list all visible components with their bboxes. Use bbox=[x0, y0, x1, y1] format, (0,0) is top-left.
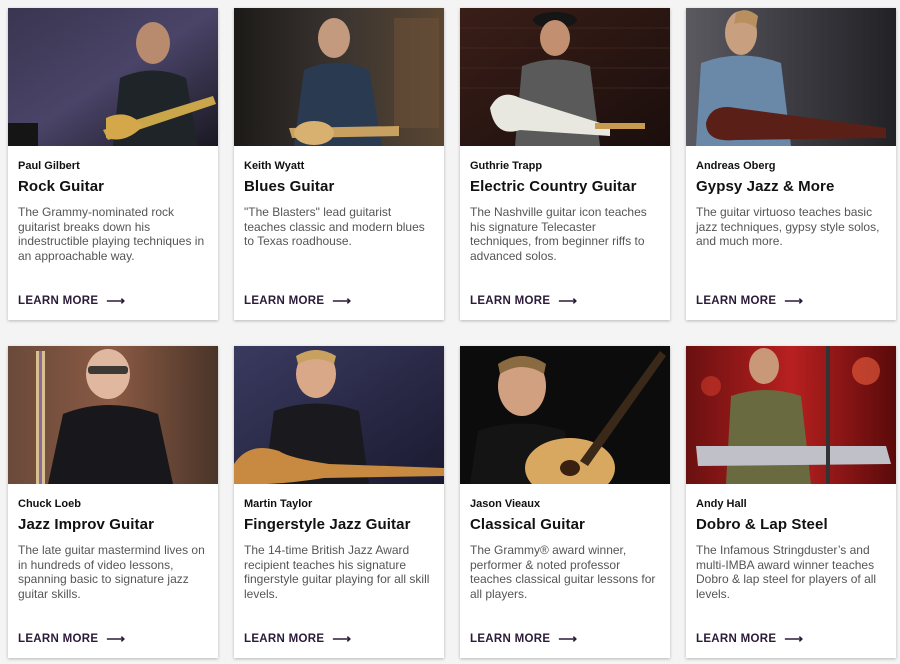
instructor-card-keith-wyatt[interactable]: Keith Wyatt Blues Guitar "The Blasters" … bbox=[234, 8, 444, 320]
course-description: "The Blasters" lead guitarist teaches cl… bbox=[244, 205, 425, 249]
instructor-card-chuck-loeb[interactable]: Chuck Loeb Jazz Improv Guitar The late g… bbox=[8, 346, 218, 658]
arrow-right-icon: ⟶ bbox=[784, 293, 804, 308]
learn-more-label: LEARN MORE bbox=[470, 632, 551, 645]
instructor-name: Andreas Oberg bbox=[696, 160, 776, 172]
instructor-name: Paul Gilbert bbox=[18, 160, 80, 172]
learn-more-link[interactable]: LEARN MORE ⟶ bbox=[244, 632, 351, 645]
instructor-card-guthrie-trapp[interactable]: Guthrie Trapp Electric Country Guitar Th… bbox=[460, 8, 670, 320]
learn-more-link[interactable]: LEARN MORE ⟶ bbox=[18, 294, 125, 307]
instructor-card-martin-taylor[interactable]: Martin Taylor Fingerstyle Jazz Guitar Th… bbox=[234, 346, 444, 658]
instructor-name: Martin Taylor bbox=[244, 498, 313, 510]
instructor-name: Jason Vieaux bbox=[470, 498, 541, 510]
course-title[interactable]: Electric Country Guitar bbox=[470, 177, 660, 196]
instructor-photo[interactable] bbox=[460, 346, 670, 484]
learn-more-link[interactable]: LEARN MORE ⟶ bbox=[18, 632, 125, 645]
arrow-right-icon: ⟶ bbox=[106, 293, 126, 308]
arrow-right-icon: ⟶ bbox=[558, 293, 578, 308]
instructor-name: Andy Hall bbox=[696, 498, 747, 510]
course-description: The Grammy® award winner, performer & no… bbox=[470, 543, 656, 601]
arrow-right-icon: ⟶ bbox=[558, 631, 578, 646]
course-title[interactable]: Dobro & Lap Steel bbox=[696, 515, 886, 534]
instructor-photo[interactable] bbox=[460, 8, 670, 146]
learn-more-link[interactable]: LEARN MORE ⟶ bbox=[696, 632, 803, 645]
instructor-card-andreas-oberg[interactable]: Andreas Oberg Gypsy Jazz & More The guit… bbox=[686, 8, 896, 320]
learn-more-label: LEARN MORE bbox=[470, 294, 551, 307]
instructor-card-andy-hall[interactable]: Andy Hall Dobro & Lap Steel The Infamous… bbox=[686, 346, 896, 658]
course-description: The Grammy-nominated rock guitarist brea… bbox=[18, 205, 205, 263]
course-title[interactable]: Blues Guitar bbox=[244, 177, 434, 196]
learn-more-link[interactable]: LEARN MORE ⟶ bbox=[244, 294, 351, 307]
instructor-name: Guthrie Trapp bbox=[470, 160, 543, 172]
instructor-name: Chuck Loeb bbox=[18, 498, 81, 510]
learn-more-label: LEARN MORE bbox=[18, 632, 99, 645]
course-description: The Infamous Stringduster’s and multi-IM… bbox=[696, 543, 877, 601]
learn-more-link[interactable]: LEARN MORE ⟶ bbox=[470, 294, 577, 307]
course-description: The late guitar mastermind lives on in h… bbox=[18, 543, 205, 601]
instructor-name: Keith Wyatt bbox=[244, 160, 305, 172]
instructor-photo[interactable] bbox=[8, 346, 218, 484]
learn-more-link[interactable]: LEARN MORE ⟶ bbox=[470, 632, 577, 645]
arrow-right-icon: ⟶ bbox=[784, 631, 804, 646]
course-title[interactable]: Jazz Improv Guitar bbox=[18, 515, 208, 534]
instructor-grid: Paul Gilbert Rock Guitar The Grammy-nomi… bbox=[8, 8, 896, 658]
learn-more-label: LEARN MORE bbox=[244, 294, 325, 307]
learn-more-label: LEARN MORE bbox=[244, 632, 325, 645]
arrow-right-icon: ⟶ bbox=[332, 631, 352, 646]
course-description: The 14-time British Jazz Award recipient… bbox=[244, 543, 430, 601]
learn-more-link[interactable]: LEARN MORE ⟶ bbox=[696, 294, 803, 307]
course-title[interactable]: Gypsy Jazz & More bbox=[696, 177, 886, 196]
instructor-photo[interactable] bbox=[8, 8, 218, 146]
course-description: The Nashville guitar icon teaches his si… bbox=[470, 205, 647, 263]
arrow-right-icon: ⟶ bbox=[332, 293, 352, 308]
instructor-photo[interactable] bbox=[686, 346, 896, 484]
learn-more-label: LEARN MORE bbox=[696, 632, 777, 645]
instructor-photo[interactable] bbox=[234, 346, 444, 484]
instructor-photo[interactable] bbox=[234, 8, 444, 146]
course-title[interactable]: Fingerstyle Jazz Guitar bbox=[244, 515, 434, 534]
course-title[interactable]: Classical Guitar bbox=[470, 515, 660, 534]
arrow-right-icon: ⟶ bbox=[106, 631, 126, 646]
instructor-photo[interactable] bbox=[686, 8, 896, 146]
learn-more-label: LEARN MORE bbox=[18, 294, 99, 307]
course-title[interactable]: Rock Guitar bbox=[18, 177, 208, 196]
learn-more-label: LEARN MORE bbox=[696, 294, 777, 307]
instructor-card-jason-vieaux[interactable]: Jason Vieaux Classical Guitar The Grammy… bbox=[460, 346, 670, 658]
instructor-card-paul-gilbert[interactable]: Paul Gilbert Rock Guitar The Grammy-nomi… bbox=[8, 8, 218, 320]
course-description: The guitar virtuoso teaches basic jazz t… bbox=[696, 205, 880, 249]
